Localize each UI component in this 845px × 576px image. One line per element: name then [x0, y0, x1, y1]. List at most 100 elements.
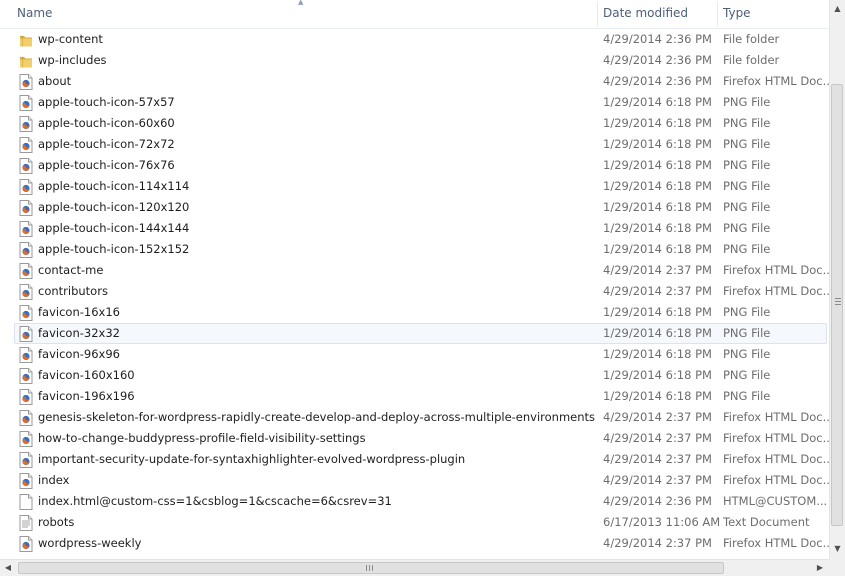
- firefox-document-icon: [19, 347, 33, 363]
- firefox-document-icon: [19, 221, 33, 237]
- column-name-header[interactable]: Name: [17, 0, 597, 28]
- firefox-document-icon: [19, 263, 33, 279]
- file-list: wp-content 4/29/2014 2:36 PM File folder wp…: [0, 28, 829, 558]
- file-row[interactable]: apple-touch-icon-144x144 1/29/2014 6:18 P…: [14, 218, 827, 239]
- file-type: Firefox HTML Doc...: [723, 452, 829, 466]
- firefox-document-icon: [19, 200, 33, 216]
- file-type: Firefox HTML Doc...: [723, 473, 829, 487]
- file-name: important-security-update-for-syntaxhigh…: [38, 452, 466, 466]
- firefox-document-icon: [19, 410, 33, 426]
- grip-icon: [835, 298, 841, 307]
- file-row[interactable]: apple-touch-icon-114x114 1/29/2014 6:18 P…: [14, 176, 827, 197]
- file-date-modified: 4/29/2014 2:36 PM: [603, 32, 712, 46]
- column-divider[interactable]: [717, 2, 718, 26]
- file-type: PNG File: [723, 137, 771, 151]
- file-name: apple-touch-icon-76x76: [38, 158, 175, 172]
- file-row[interactable]: apple-touch-icon-72x72 1/29/2014 6:18 PM P…: [14, 134, 827, 155]
- column-type-header[interactable]: Type: [723, 0, 829, 28]
- file-date-modified: 1/29/2014 6:18 PM: [603, 221, 712, 235]
- file-name: wp-content: [38, 32, 103, 46]
- file-type: Text Document: [723, 515, 810, 529]
- file-row[interactable]: wp-includes 4/29/2014 2:36 PM File folder: [14, 50, 827, 71]
- file-name: favicon-16x16: [38, 305, 120, 319]
- file-type: PNG File: [723, 347, 771, 361]
- firefox-document-icon: [19, 74, 33, 90]
- file-type: PNG File: [723, 179, 771, 193]
- firefox-document-icon: [19, 431, 33, 447]
- file-date-modified: 4/29/2014 2:37 PM: [603, 536, 712, 550]
- file-row[interactable]: apple-touch-icon-57x57 1/29/2014 6:18 PM P…: [14, 92, 827, 113]
- horizontal-scroll-thumb[interactable]: [18, 562, 724, 574]
- file-name: favicon-196x196: [38, 389, 135, 403]
- file-row[interactable]: genesis-skeleton-for-wordpress-rapidly-c…: [14, 407, 829, 428]
- file-row[interactable]: important-security-update-for-syntaxhigh…: [14, 449, 829, 470]
- file-row[interactable]: apple-touch-icon-76x76 1/29/2014 6:18 PM P…: [14, 155, 827, 176]
- file-row[interactable]: apple-touch-icon-60x60 1/29/2014 6:18 PM P…: [14, 113, 827, 134]
- firefox-document-icon: [19, 368, 33, 384]
- file-date-modified: 1/29/2014 6:18 PM: [603, 179, 712, 193]
- file-row[interactable]: favicon-32x32 1/29/2014 6:18 PM PNG File: [14, 323, 827, 344]
- scroll-right-button[interactable]: ▶: [812, 560, 828, 576]
- file-date-modified: 1/29/2014 6:18 PM: [603, 305, 712, 319]
- file-name: favicon-32x32: [38, 326, 120, 340]
- firefox-document-icon: [19, 242, 33, 258]
- file-name: apple-touch-icon-144x144: [38, 221, 190, 235]
- file-type: PNG File: [723, 221, 771, 235]
- file-row[interactable]: favicon-160x160 1/29/2014 6:18 PM PNG File: [14, 365, 827, 386]
- file-row[interactable]: contact-me 4/29/2014 2:37 PM Firefox HTML …: [14, 260, 829, 281]
- column-header: Name ▲ Date modified Type: [0, 0, 829, 29]
- text-document-icon: [19, 515, 33, 531]
- firefox-document-icon: [19, 326, 33, 342]
- file-row[interactable]: contributors 4/29/2014 2:37 PM Firefox HTM…: [14, 281, 829, 302]
- vertical-scrollbar[interactable]: ▲ ▼: [829, 0, 845, 559]
- column-date-header[interactable]: Date modified: [603, 0, 715, 28]
- file-row[interactable]: robots 6/17/2013 11:06 AM Text Document: [14, 512, 827, 533]
- scroll-left-button[interactable]: ◀: [0, 560, 16, 576]
- file-type: Firefox HTML Doc...: [723, 410, 829, 424]
- file-name: wp-includes: [38, 53, 107, 67]
- vertical-scroll-thumb[interactable]: [831, 84, 843, 526]
- file-name: favicon-96x96: [38, 347, 120, 361]
- firefox-document-icon: [19, 305, 33, 321]
- firefox-document-icon: [19, 137, 33, 153]
- file-row[interactable]: favicon-196x196 1/29/2014 6:18 PM PNG File: [14, 386, 827, 407]
- scroll-up-button[interactable]: ▲: [830, 0, 845, 17]
- document-icon: [19, 494, 33, 510]
- file-type: Firefox HTML Doc...: [723, 263, 829, 277]
- file-row[interactable]: index.html@custom-css=1&csblog=1&cscache…: [14, 491, 827, 512]
- file-type: Firefox HTML Doc...: [723, 284, 829, 298]
- file-row[interactable]: how-to-change-buddypress-profile-field-v…: [14, 428, 829, 449]
- file-name: favicon-160x160: [38, 368, 135, 382]
- file-date-modified: 1/29/2014 6:18 PM: [603, 326, 712, 340]
- file-row[interactable]: favicon-96x96 1/29/2014 6:18 PM PNG File: [14, 344, 827, 365]
- file-row[interactable]: apple-touch-icon-152x152 1/29/2014 6:18 P…: [14, 239, 827, 260]
- firefox-document-icon: [19, 389, 33, 405]
- file-date-modified: 4/29/2014 2:37 PM: [603, 263, 712, 277]
- scroll-down-button[interactable]: ▼: [830, 540, 845, 557]
- firefox-document-icon: [19, 536, 33, 552]
- file-row[interactable]: favicon-16x16 1/29/2014 6:18 PM PNG File: [14, 302, 827, 323]
- file-row[interactable]: wp-content 4/29/2014 2:36 PM File folder: [14, 29, 827, 50]
- file-row[interactable]: index 4/29/2014 2:37 PM Firefox HTML Doc..…: [14, 470, 829, 491]
- file-row[interactable]: apple-touch-icon-120x120 1/29/2014 6:18 P…: [14, 197, 827, 218]
- file-date-modified: 4/29/2014 2:36 PM: [603, 494, 712, 508]
- firefox-document-icon: [19, 95, 33, 111]
- firefox-document-icon: [19, 158, 33, 174]
- file-row[interactable]: about 4/29/2014 2:36 PM Firefox HTML Doc..…: [14, 71, 829, 92]
- file-date-modified: 1/29/2014 6:18 PM: [603, 200, 712, 214]
- sort-up-icon: ▲: [298, 0, 304, 6]
- horizontal-scrollbar[interactable]: ◀ ▶: [0, 559, 829, 576]
- file-row[interactable]: wordpress-weekly 4/29/2014 2:37 PM Firefox…: [14, 533, 829, 554]
- folder-icon: [20, 35, 32, 47]
- file-name: apple-touch-icon-120x120: [38, 200, 190, 214]
- firefox-document-icon: [19, 284, 33, 300]
- column-divider[interactable]: [597, 2, 598, 26]
- file-type: File folder: [723, 32, 780, 46]
- file-type: PNG File: [723, 158, 771, 172]
- file-date-modified: 4/29/2014 2:37 PM: [603, 452, 712, 466]
- file-date-modified: 1/29/2014 6:18 PM: [603, 347, 712, 361]
- file-date-modified: 4/29/2014 2:36 PM: [603, 53, 712, 67]
- grip-icon: [366, 565, 375, 571]
- file-type: Firefox HTML Doc...: [723, 536, 829, 550]
- file-type: PNG File: [723, 242, 771, 256]
